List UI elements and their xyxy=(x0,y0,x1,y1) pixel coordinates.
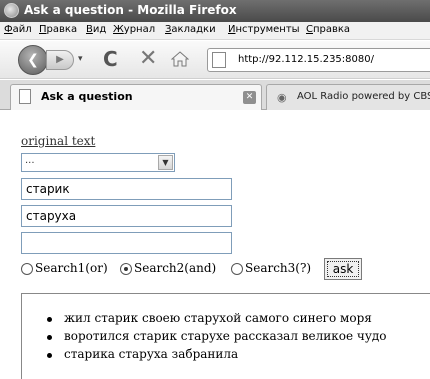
radio-button-icon[interactable] xyxy=(21,263,33,275)
radio-label: Search1(or) xyxy=(35,261,108,275)
history-dropdown-icon[interactable]: ▾ xyxy=(78,54,83,64)
menu-history[interactable]: Журнал xyxy=(113,24,155,35)
page-content: original text ... ▼ Search1(or) Search2(… xyxy=(0,111,430,379)
address-bar[interactable]: http://92.112.15.235:8080/ xyxy=(207,48,430,72)
tab-label: AOL Radio powered by CBS xyxy=(297,91,430,102)
radio-button-icon[interactable] xyxy=(231,263,243,275)
search-word-input-1[interactable] xyxy=(21,178,232,200)
menu-bookmarks[interactable]: Закладки xyxy=(165,24,216,35)
list-item: жил старик своею старухой самого синего … xyxy=(22,311,387,329)
reload-icon[interactable]: C xyxy=(103,47,118,71)
forward-button[interactable]: ▶ xyxy=(46,50,74,70)
list-item: старика старуха забранила xyxy=(22,347,387,365)
window-titlebar: Ask a question - Mozilla Firefox xyxy=(0,0,430,22)
search-word-input-3[interactable] xyxy=(21,232,232,254)
tab-bar: Ask a question ✕ ◉ AOL Radio powered by … xyxy=(0,80,430,110)
original-text-link[interactable]: original text xyxy=(21,134,95,148)
results-box: жил старик своею старухой самого синего … xyxy=(21,293,430,379)
address-url: http://92.112.15.235:8080/ xyxy=(238,54,374,65)
menu-tools[interactable]: Инструменты xyxy=(228,24,300,35)
radio-label: Search2(and) xyxy=(134,261,217,275)
results-list: жил старик своею старухой самого синего … xyxy=(22,311,387,365)
text-select[interactable]: ... ▼ xyxy=(21,153,175,172)
list-item: воротился старик старухе рассказал велик… xyxy=(22,329,387,347)
home-icon[interactable] xyxy=(171,51,189,67)
back-button[interactable]: ❮ xyxy=(18,45,48,75)
chevron-down-icon[interactable]: ▼ xyxy=(158,155,173,170)
window-title: Ask a question - Mozilla Firefox xyxy=(24,3,237,17)
tab-aol-radio[interactable]: ◉ AOL Radio powered by CBS xyxy=(266,84,430,110)
tab-label: Ask a question xyxy=(41,90,133,103)
menu-view[interactable]: Вид xyxy=(86,24,106,35)
radio-label: Search3(?) xyxy=(245,261,312,275)
page-icon xyxy=(19,89,31,104)
tab-ask-a-question[interactable]: Ask a question ✕ xyxy=(10,84,262,110)
menu-bar: Файл Правка Вид Журнал Закладки Инструме… xyxy=(0,22,430,40)
radio-button-icon[interactable] xyxy=(120,263,132,275)
search-word-input-2[interactable] xyxy=(21,205,232,227)
menu-file[interactable]: Файл xyxy=(4,24,32,35)
select-value: ... xyxy=(25,155,35,166)
close-tab-icon[interactable]: ✕ xyxy=(243,91,256,104)
page-icon xyxy=(212,52,226,68)
firefox-logo-icon xyxy=(4,3,19,18)
menu-help[interactable]: Справка xyxy=(306,24,350,35)
aol-radio-icon: ◉ xyxy=(277,91,287,104)
menu-edit[interactable]: Правка xyxy=(39,24,77,35)
navigation-toolbar: ❮ ▶ ▾ C ✕ http://92.112.15.235:8080/ xyxy=(0,41,430,79)
ask-button[interactable]: ask xyxy=(324,258,362,280)
stop-icon[interactable]: ✕ xyxy=(139,46,157,71)
